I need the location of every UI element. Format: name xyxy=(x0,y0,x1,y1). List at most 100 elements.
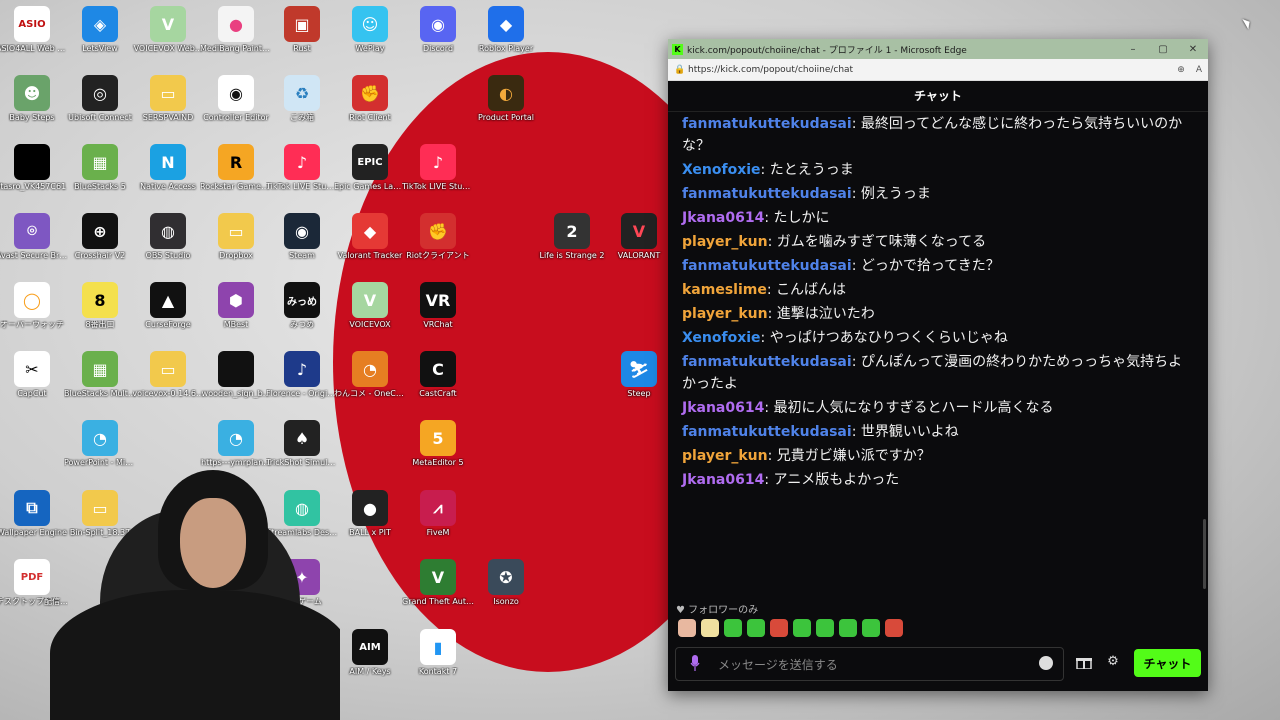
desktop-icon[interactable]: ◉ Steam xyxy=(266,213,338,261)
title-bar[interactable]: K kick.com/popout/choiine/chat - プロファイル … xyxy=(668,39,1208,59)
desktop-icon[interactable]: みっめ みつめ xyxy=(266,282,338,330)
desktop-icon[interactable]: ◔ https---ymrplan... xyxy=(200,420,272,468)
chat-scrollbar[interactable] xyxy=(1203,519,1206,589)
desktop-icon[interactable]: ▣ Rust xyxy=(266,6,338,54)
chat-username[interactable]: kameslime xyxy=(682,282,767,298)
emote-icon[interactable] xyxy=(770,619,788,637)
chat-username[interactable]: Jkana0614 xyxy=(682,210,764,226)
desktop-icon[interactable]: ● MediBang Paint Pro xyxy=(200,6,272,54)
desktop-icon[interactable]: ◉ Controller Editor xyxy=(200,75,272,123)
chat-username[interactable]: Jkana0614 xyxy=(682,472,764,488)
desktop-icon[interactable]: ▭ voicevox-0.14.6... xyxy=(132,351,204,399)
chat-message-input[interactable] xyxy=(716,654,1020,676)
desktop-icon[interactable]: 5 MetaEditor 5 xyxy=(402,420,474,468)
emote-icon[interactable] xyxy=(885,619,903,637)
close-icon[interactable]: ✕ xyxy=(1178,44,1208,55)
desktop-icon[interactable]: ☺ WePlay xyxy=(334,6,406,54)
desktop-icon[interactable]: Itasro_VK457C61 xyxy=(0,144,68,192)
minimize-icon[interactable]: – xyxy=(1118,44,1148,55)
desktop-icon[interactable]: C CastCraft xyxy=(402,351,474,399)
desktop-icon[interactable]: ✂ CapCut xyxy=(0,351,68,399)
desktop-icon[interactable]: ♪ Florence - Original S... xyxy=(266,351,338,399)
desktop-icon[interactable]: ▭ SERSPVAIND xyxy=(132,75,204,123)
desktop-icon[interactable]: ◎ Ubisoft Connect xyxy=(64,75,136,123)
address-bar[interactable]: 🔒 https://kick.com/popout/choiine/chat ⊕… xyxy=(668,59,1208,81)
desktop-icon[interactable]: ASIO ASIO4ALL Web Site xyxy=(0,6,68,54)
send-chat-button[interactable]: チャット xyxy=(1134,649,1201,677)
emote-icon[interactable] xyxy=(747,619,765,637)
chat-username[interactable]: player_kun xyxy=(682,448,768,464)
desktop-icon[interactable]: ✊ Riotクライアント xyxy=(402,213,474,261)
desktop-icon[interactable]: V VALORANT xyxy=(603,213,675,261)
emote-icon[interactable] xyxy=(862,619,880,637)
desktop-icon[interactable]: ● BALL x PIT xyxy=(334,490,406,538)
maximize-icon[interactable]: ▢ xyxy=(1148,44,1178,55)
desktop-icon[interactable]: ⌾ Avast Secure Browser xyxy=(0,213,68,261)
desktop-icon[interactable]: wooden_sign_b... xyxy=(200,351,272,399)
desktop-icon[interactable]: ◯ オーバーウォッチ xyxy=(0,282,68,330)
mic-icon[interactable] xyxy=(690,655,700,671)
desktop-icon[interactable]: ♻ ごみ箱 xyxy=(266,75,338,123)
chat-message-list[interactable]: fanmatukuttekudasai: 最終回ってどんな感じに終わったら気持ち… xyxy=(668,111,1200,599)
emote-icon[interactable] xyxy=(793,619,811,637)
desktop-icon[interactable]: VR VRChat xyxy=(402,282,474,330)
chat-input-box[interactable] xyxy=(675,647,1064,681)
chat-username[interactable]: fanmatukuttekudasai xyxy=(682,258,852,274)
chat-username[interactable]: fanmatukuttekudasai xyxy=(682,116,852,132)
desktop-icon[interactable]: ▭ Dropbox xyxy=(200,213,272,261)
desktop-icon[interactable]: ◆ Valorant Tracker xyxy=(334,213,406,261)
desktop-icon[interactable]: V Grand Theft Auto V xyxy=(402,559,474,607)
desktop-icon-label: TikTok LIVE Studio xyxy=(402,182,474,191)
desktop-icon[interactable]: ◐ Product Portal xyxy=(470,75,542,123)
desktop-icon[interactable]: V VOICEVOX xyxy=(334,282,406,330)
desktop-icon[interactable]: ⬢ MBest xyxy=(200,282,272,330)
desktop-icon[interactable]: ♠ TrickShot Simulator xyxy=(266,420,338,468)
emote-icon[interactable] xyxy=(678,619,696,637)
desktop-icon[interactable]: ⩘ FiveM xyxy=(402,490,474,538)
desktop-icon[interactable]: ♪ TikTok LIVE Studio xyxy=(402,144,474,192)
desktop-icon[interactable]: ⊕ Crosshair V2 xyxy=(64,213,136,261)
desktop-icon[interactable]: AIM AIM / Keys xyxy=(334,629,406,677)
desktop-icon[interactable]: ◔ PowerPoint - Microsoft 365 xyxy=(64,420,136,468)
chat-username[interactable]: player_kun xyxy=(682,234,768,250)
emoji-icon[interactable] xyxy=(1039,656,1053,670)
desktop-icon[interactable]: ✊ Riot Client xyxy=(334,75,406,123)
settings-gear-icon[interactable]: ⚙ xyxy=(1106,655,1120,669)
chat-username[interactable]: Jkana0614 xyxy=(682,400,764,416)
read-aloud-icon[interactable]: A xyxy=(1190,65,1208,75)
desktop-icon[interactable]: ◍ OBS Studio xyxy=(132,213,204,261)
chat-username[interactable]: player_kun xyxy=(682,306,768,322)
desktop-icon[interactable]: ◆ Roblox Player xyxy=(470,6,542,54)
desktop-icon[interactable]: N Native Access xyxy=(132,144,204,192)
lock-icon[interactable]: 🔒 xyxy=(672,65,688,75)
emote-icon[interactable] xyxy=(701,619,719,637)
emote-icon[interactable] xyxy=(839,619,857,637)
desktop-icon[interactable]: ◔ わんコメ - OneComme xyxy=(334,351,406,399)
url-text[interactable]: https://kick.com/popout/choiine/chat xyxy=(688,65,1172,75)
desktop-icon[interactable]: ▦ BlueStacks 5 xyxy=(64,144,136,192)
desktop-icon[interactable]: ♪ TikTok LIVE Studio xyxy=(266,144,338,192)
desktop-icon[interactable]: ◈ LetsView xyxy=(64,6,136,54)
desktop-icon[interactable]: ◉ Discord xyxy=(402,6,474,54)
emote-icon[interactable] xyxy=(724,619,742,637)
desktop-icon[interactable]: R Rockstar Games Launcher xyxy=(200,144,272,192)
desktop-icon[interactable]: ▮ Kontakt 7 xyxy=(402,629,474,677)
desktop-icon[interactable]: 2 Life is Strange 2 xyxy=(536,213,608,261)
emote-icon[interactable] xyxy=(816,619,834,637)
desktop-icon[interactable]: ▦ BlueStacks Multi-Instance Manager xyxy=(64,351,136,399)
chat-username[interactable]: fanmatukuttekudasai xyxy=(682,354,852,370)
desktop-icon[interactable]: ⛷ Steep xyxy=(603,351,675,399)
zoom-icon[interactable]: ⊕ xyxy=(1172,65,1190,75)
chat-username[interactable]: Xenofoxie xyxy=(682,162,761,178)
desktop-icon[interactable]: ▲ CurseForge xyxy=(132,282,204,330)
chat-message-text: 進撃は泣いたわ xyxy=(776,306,875,322)
chat-username[interactable]: fanmatukuttekudasai xyxy=(682,186,852,202)
gift-icon[interactable] xyxy=(1076,655,1092,669)
desktop-icon[interactable]: V VOICEVOX Web... xyxy=(132,6,204,54)
desktop-icon[interactable]: EPIC Epic Games Launcher xyxy=(334,144,406,192)
desktop-icon[interactable]: ✪ Isonzo xyxy=(470,559,542,607)
chat-username[interactable]: Xenofoxie xyxy=(682,330,761,346)
desktop-icon[interactable]: ☻ Baby Steps xyxy=(0,75,68,123)
desktop-icon[interactable]: 8 8番出口 xyxy=(64,282,136,330)
chat-username[interactable]: fanmatukuttekudasai xyxy=(682,424,852,440)
